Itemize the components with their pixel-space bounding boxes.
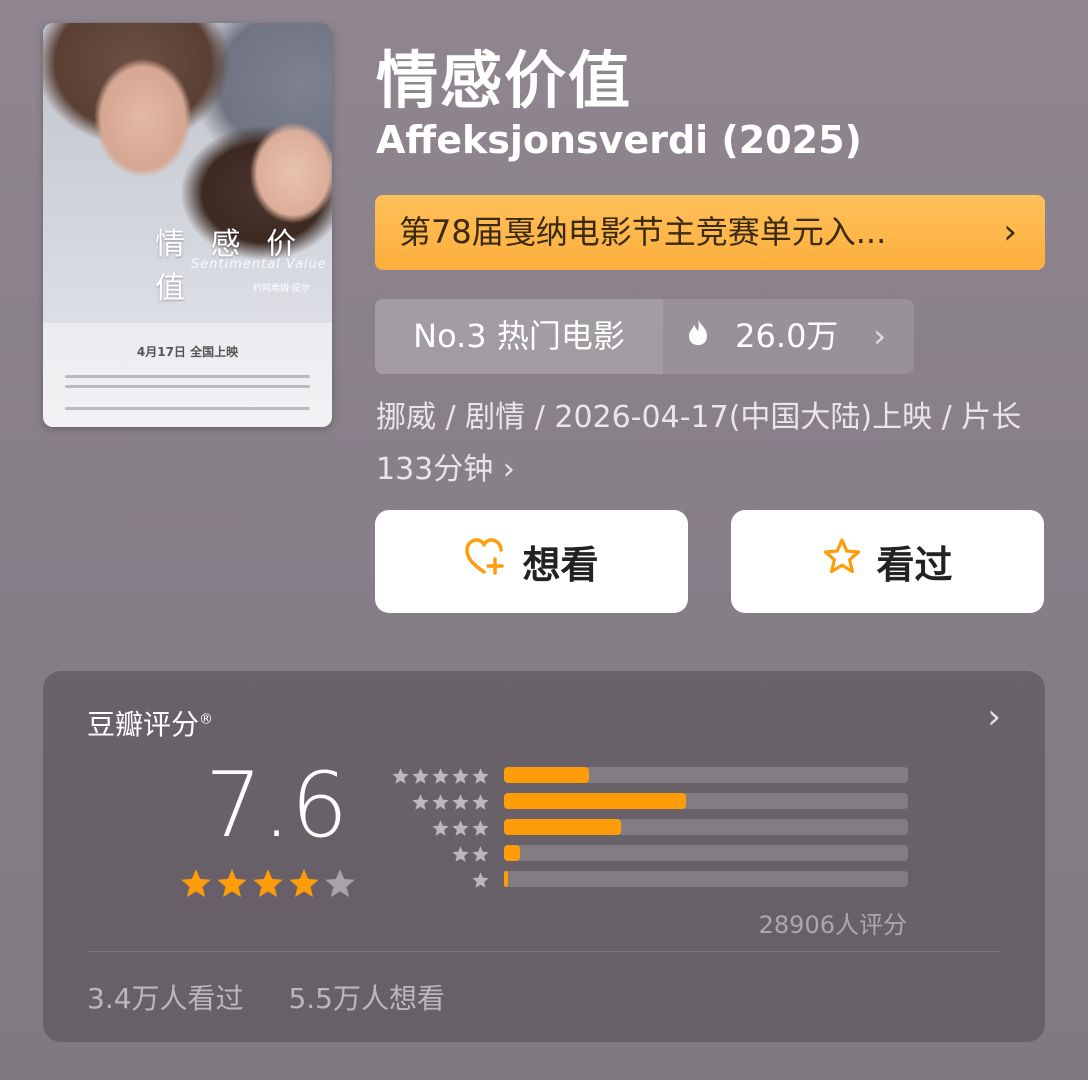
rating-row-stars xyxy=(391,767,490,785)
star-small-icon xyxy=(412,794,429,810)
rating-row-stars xyxy=(411,793,490,811)
chevron-right-icon: › xyxy=(873,317,886,355)
rating-bar-track xyxy=(504,819,908,835)
rating-bar-fill xyxy=(504,819,621,835)
movie-original-title: Affeksjonsverdi (2025) xyxy=(376,118,862,162)
star-empty-icon xyxy=(325,869,355,898)
star-small-icon xyxy=(472,820,489,836)
rank-heat-bar[interactable]: No.3 热门电影 26.0万 › xyxy=(375,299,914,374)
heat-value: 26.0万 xyxy=(735,317,839,355)
star-small-icon xyxy=(432,794,449,810)
rating-bar-track xyxy=(504,767,908,783)
seen-label: 看过 xyxy=(876,543,953,587)
star-small-icon xyxy=(452,820,469,836)
want-to-watch-button[interactable]: 想看 xyxy=(375,510,688,613)
poster-subtitle: Sentimental Value xyxy=(191,257,327,272)
poster-credits-line xyxy=(65,375,310,378)
star-small-icon xyxy=(452,768,469,784)
star-small-icon xyxy=(472,872,489,888)
flame-icon xyxy=(687,298,709,373)
star-filled-icon xyxy=(289,869,319,898)
rating-row-stars xyxy=(451,845,490,863)
star-small-icon xyxy=(392,768,409,784)
divider xyxy=(87,951,1001,952)
rating-stars xyxy=(179,867,357,901)
poster-release: 4月17日 全国上映 xyxy=(136,345,239,359)
heat-section: 26.0万 xyxy=(663,299,838,374)
star-small-icon xyxy=(452,846,469,862)
poster-credits-line xyxy=(65,385,310,388)
star-small-icon xyxy=(452,794,469,810)
rating-bar-fill xyxy=(504,845,520,861)
star-outline-icon xyxy=(822,537,862,586)
rating-bar-track xyxy=(504,871,908,887)
rating-row-5-star xyxy=(390,767,910,785)
heart-plus-icon xyxy=(464,537,508,586)
chevron-right-icon: › xyxy=(502,452,515,487)
poster-director: 约阿希姆·提尔 xyxy=(253,284,310,294)
rating-source: 豆瓣评分® xyxy=(87,708,214,741)
star-filled-icon xyxy=(253,869,283,898)
rating-row-1-star xyxy=(390,871,910,889)
rating-score: 7.6 xyxy=(205,753,349,858)
chevron-right-icon: › xyxy=(987,697,1001,737)
rating-row-2-star xyxy=(390,845,910,863)
star-small-icon xyxy=(412,768,429,784)
rating-row-stars xyxy=(471,871,490,889)
rating-bar-fill xyxy=(504,793,686,809)
star-filled-icon xyxy=(217,869,247,898)
rating-bar-fill xyxy=(504,767,589,783)
award-text: 第78届戛纳电影节主竞赛单元入... xyxy=(399,213,887,251)
star-small-icon xyxy=(432,820,449,836)
rating-card[interactable]: 豆瓣评分® › 7.6 28906人评分 3.4万人看过 5.5万人想看 xyxy=(43,671,1045,1042)
rating-row-4-star xyxy=(390,793,910,811)
movie-meta[interactable]: 挪威 / 剧情 / 2026-04-17(中国大陆)上映 / 片长133分钟 › xyxy=(376,392,1036,496)
movie-title: 情感价值 xyxy=(376,44,633,117)
want-count: 5.5万人想看 xyxy=(288,982,445,1015)
rating-bar-fill xyxy=(504,871,508,887)
seen-count: 3.4万人看过 xyxy=(87,982,244,1015)
rating-row-3-star xyxy=(390,819,910,837)
want-label: 想看 xyxy=(522,543,599,587)
star-filled-icon xyxy=(181,869,211,898)
rating-footer: 3.4万人看过 5.5万人想看 xyxy=(87,977,481,1017)
rating-count: 28906人评分 xyxy=(758,911,907,939)
movie-poster[interactable]: 情 感 价 值 Sentimental Value 约阿希姆·提尔 4月17日 … xyxy=(43,23,332,427)
chevron-right-icon: › xyxy=(1003,212,1017,252)
star-small-icon xyxy=(472,794,489,810)
rating-bar-track xyxy=(504,845,908,861)
rating-row-stars xyxy=(431,819,490,837)
rank-label: No.3 热门电影 xyxy=(375,299,663,374)
poster-credits-line xyxy=(65,407,310,410)
rating-bar-track xyxy=(504,793,908,809)
star-small-icon xyxy=(472,846,489,862)
star-small-icon xyxy=(432,768,449,784)
star-small-icon xyxy=(472,768,489,784)
award-banner[interactable]: 第78届戛纳电影节主竞赛单元入... › xyxy=(375,195,1045,270)
movie-meta-text: 挪威 / 剧情 / 2026-04-17(中国大陆)上映 / 片长133分钟 xyxy=(376,400,1022,487)
watched-button[interactable]: 看过 xyxy=(731,510,1044,613)
